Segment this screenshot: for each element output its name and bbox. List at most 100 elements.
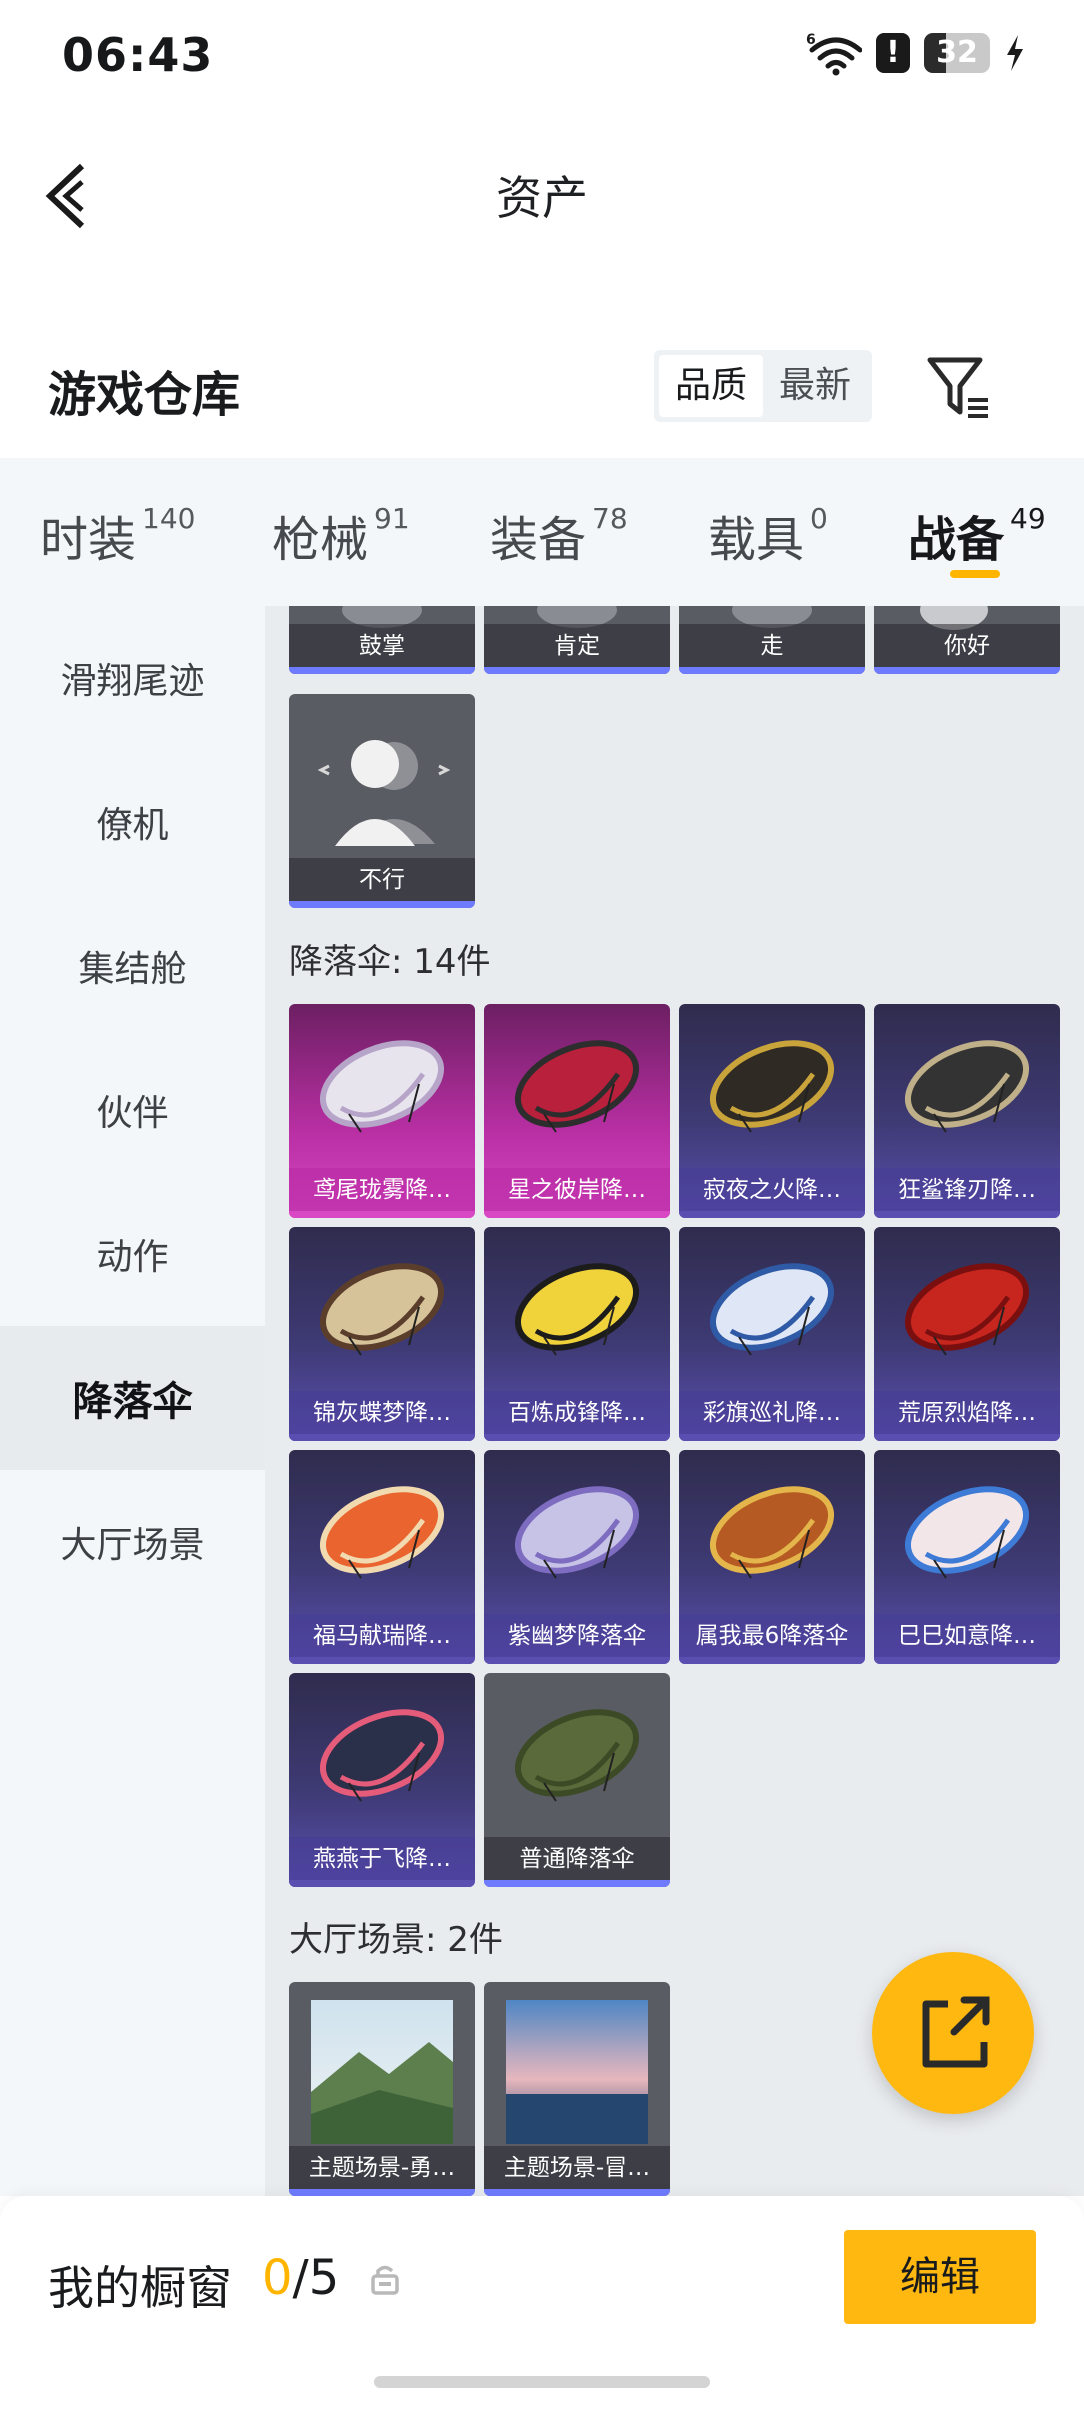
sidebar-item-parachute[interactable]: 降落伞: [0, 1326, 265, 1470]
parachute-canopy-icon: [319, 1709, 445, 1802]
rarity-bar: [679, 1434, 865, 1441]
emote-card[interactable]: 鼓掌: [289, 606, 475, 674]
parachute-card[interactable]: 星之彼岸降…: [484, 1004, 670, 1218]
rarity-bar: [289, 667, 475, 674]
emote-card[interactable]: 你好: [874, 606, 1060, 674]
landscape-thumbnail: [311, 2000, 453, 2144]
sidebar-item-lobby-scene[interactable]: 大厅场景: [0, 1470, 265, 1614]
item-name: 荒原烈焰降…: [874, 1391, 1060, 1435]
rarity-bar: [679, 667, 865, 674]
tab-equipment[interactable]: 装备 78: [490, 500, 628, 570]
item-name: 鸢尾珑雾降…: [289, 1168, 475, 1212]
showcase-used: 0: [262, 2250, 293, 2306]
showcase-label: 我的橱窗: [48, 2261, 232, 2315]
rarity-bar: [679, 1211, 865, 1218]
item-name: 肯定: [484, 624, 670, 668]
parachute-card[interactable]: 鸢尾珑雾降…: [289, 1004, 475, 1218]
parachute-canopy-icon: [709, 1040, 835, 1133]
parachute-card[interactable]: 燕燕于飞降…: [289, 1673, 475, 1887]
warehouse-title: 游戏仓库: [48, 367, 241, 423]
sort-quality-option[interactable]: 品质: [659, 355, 763, 417]
tab-count: 91: [374, 502, 410, 535]
tab-vehicles[interactable]: 载具 0: [708, 500, 828, 570]
parachute-canopy-icon: [319, 1040, 445, 1133]
share-button[interactable]: [872, 1952, 1034, 2114]
parachute-card[interactable]: 巳巳如意降…: [874, 1450, 1060, 1664]
parachute-card[interactable]: 锦灰蝶梦降…: [289, 1227, 475, 1441]
tab-fashion[interactable]: 时装 140: [40, 500, 195, 570]
tab-count: 49: [1010, 502, 1046, 535]
showcase-bar: 我的橱窗 0/5 编辑: [0, 2196, 1084, 2412]
sort-toggle: 品质 最新: [654, 350, 872, 422]
parachute-card[interactable]: 彩旗巡礼降…: [679, 1227, 865, 1441]
tab-count: 140: [142, 502, 196, 535]
parachute-canopy-icon: [904, 1263, 1030, 1356]
item-name: 鼓掌: [289, 624, 475, 668]
item-name: 不行: [289, 858, 475, 902]
parachute-canopy-icon: [709, 1263, 835, 1356]
parachute-card[interactable]: 百炼成锋降…: [484, 1227, 670, 1441]
sidebar-item-emotes[interactable]: 动作: [0, 1182, 265, 1326]
parachute-card[interactable]: 普通降落伞: [484, 1673, 670, 1887]
parachute-card[interactable]: 寂夜之火降…: [679, 1004, 865, 1218]
tab-count: 0: [810, 502, 828, 535]
home-indicator: [374, 2376, 710, 2388]
item-name: 寂夜之火降…: [679, 1168, 865, 1212]
page-title: 资产: [496, 171, 588, 225]
item-name: 狂鲨锋刃降…: [874, 1168, 1060, 1212]
seascape-thumbnail: [506, 2000, 648, 2144]
rarity-bar: [874, 667, 1060, 674]
lobby-scene-card[interactable]: 主题场景-勇…: [289, 1982, 475, 2196]
parachute-canopy-icon: [514, 1040, 640, 1133]
rarity-bar: [874, 1657, 1060, 1664]
edit-button[interactable]: 编辑: [844, 2230, 1036, 2324]
status-bar: 06:43 6 ! 32: [0, 0, 1084, 110]
item-name: 锦灰蝶梦降…: [289, 1391, 475, 1435]
item-name: 星之彼岸降…: [484, 1168, 670, 1212]
share-external-icon: [922, 1996, 990, 2068]
sidebar: 滑翔尾迹 僚机 集结舱 伙伴 动作 降落伞 大厅场景: [0, 606, 265, 2196]
rarity-bar: [289, 1434, 475, 1441]
sidebar-item-companion[interactable]: 伙伴: [0, 1038, 265, 1182]
rarity-bar: [289, 901, 475, 908]
emote-card[interactable]: 肯定: [484, 606, 670, 674]
parachute-canopy-icon: [514, 1486, 640, 1579]
parachute-card[interactable]: 福马献瑞降…: [289, 1450, 475, 1664]
rarity-bar: [484, 1657, 670, 1664]
tab-war-prep[interactable]: 战备 49: [908, 500, 1046, 570]
parachute-card[interactable]: 属我最6降落伞: [679, 1450, 865, 1664]
charging-bolt-icon: [1007, 35, 1023, 71]
parachute-card[interactable]: 荒原烈焰降…: [874, 1227, 1060, 1441]
rarity-bar: [484, 2189, 670, 2196]
lobby-scene-card[interactable]: 主题场景-冒…: [484, 1982, 670, 2196]
parachute-card[interactable]: 紫幽梦降落伞: [484, 1450, 670, 1664]
item-name: 主题场景-冒…: [484, 2146, 670, 2190]
rarity-bar: [289, 1657, 475, 1664]
rarity-bar: [484, 1434, 670, 1441]
sidebar-item-glide-trail[interactable]: 滑翔尾迹: [0, 606, 265, 750]
status-time: 06:43: [62, 28, 214, 82]
sidebar-item-wingman[interactable]: 僚机: [0, 750, 265, 894]
battery-icon: 32: [924, 33, 990, 73]
sort-newest-option[interactable]: 最新: [763, 355, 867, 417]
tab-firearms[interactable]: 枪械 91: [272, 500, 410, 570]
item-name: 福马献瑞降…: [289, 1614, 475, 1658]
category-tabs: 时装 140 枪械 91 装备 78 载具 0 战备 49: [0, 458, 1084, 606]
lobby-scene-section-title: 大厅场景: 2件: [289, 1920, 503, 1960]
emote-card[interactable]: 走: [679, 606, 865, 674]
wifi-icon: 6: [806, 32, 862, 76]
rarity-bar: [484, 1211, 670, 1218]
parachute-canopy-icon: [514, 1263, 640, 1356]
sidebar-item-rally-pod[interactable]: 集结舱: [0, 894, 265, 1038]
item-name: 燕燕于飞降…: [289, 1837, 475, 1881]
item-name: 走: [679, 624, 865, 668]
item-name: 属我最6降落伞: [679, 1614, 865, 1658]
emote-figure-icon: [317, 740, 451, 846]
item-name: 紫幽梦降落伞: [484, 1614, 670, 1658]
emote-card[interactable]: 不行: [289, 694, 475, 908]
item-name: 百炼成锋降…: [484, 1391, 670, 1435]
parachute-card[interactable]: 狂鲨锋刃降…: [874, 1004, 1060, 1218]
item-name: 彩旗巡礼降…: [679, 1391, 865, 1435]
tab-label: 枪械: [272, 512, 369, 568]
filter-icon[interactable]: [924, 352, 994, 422]
